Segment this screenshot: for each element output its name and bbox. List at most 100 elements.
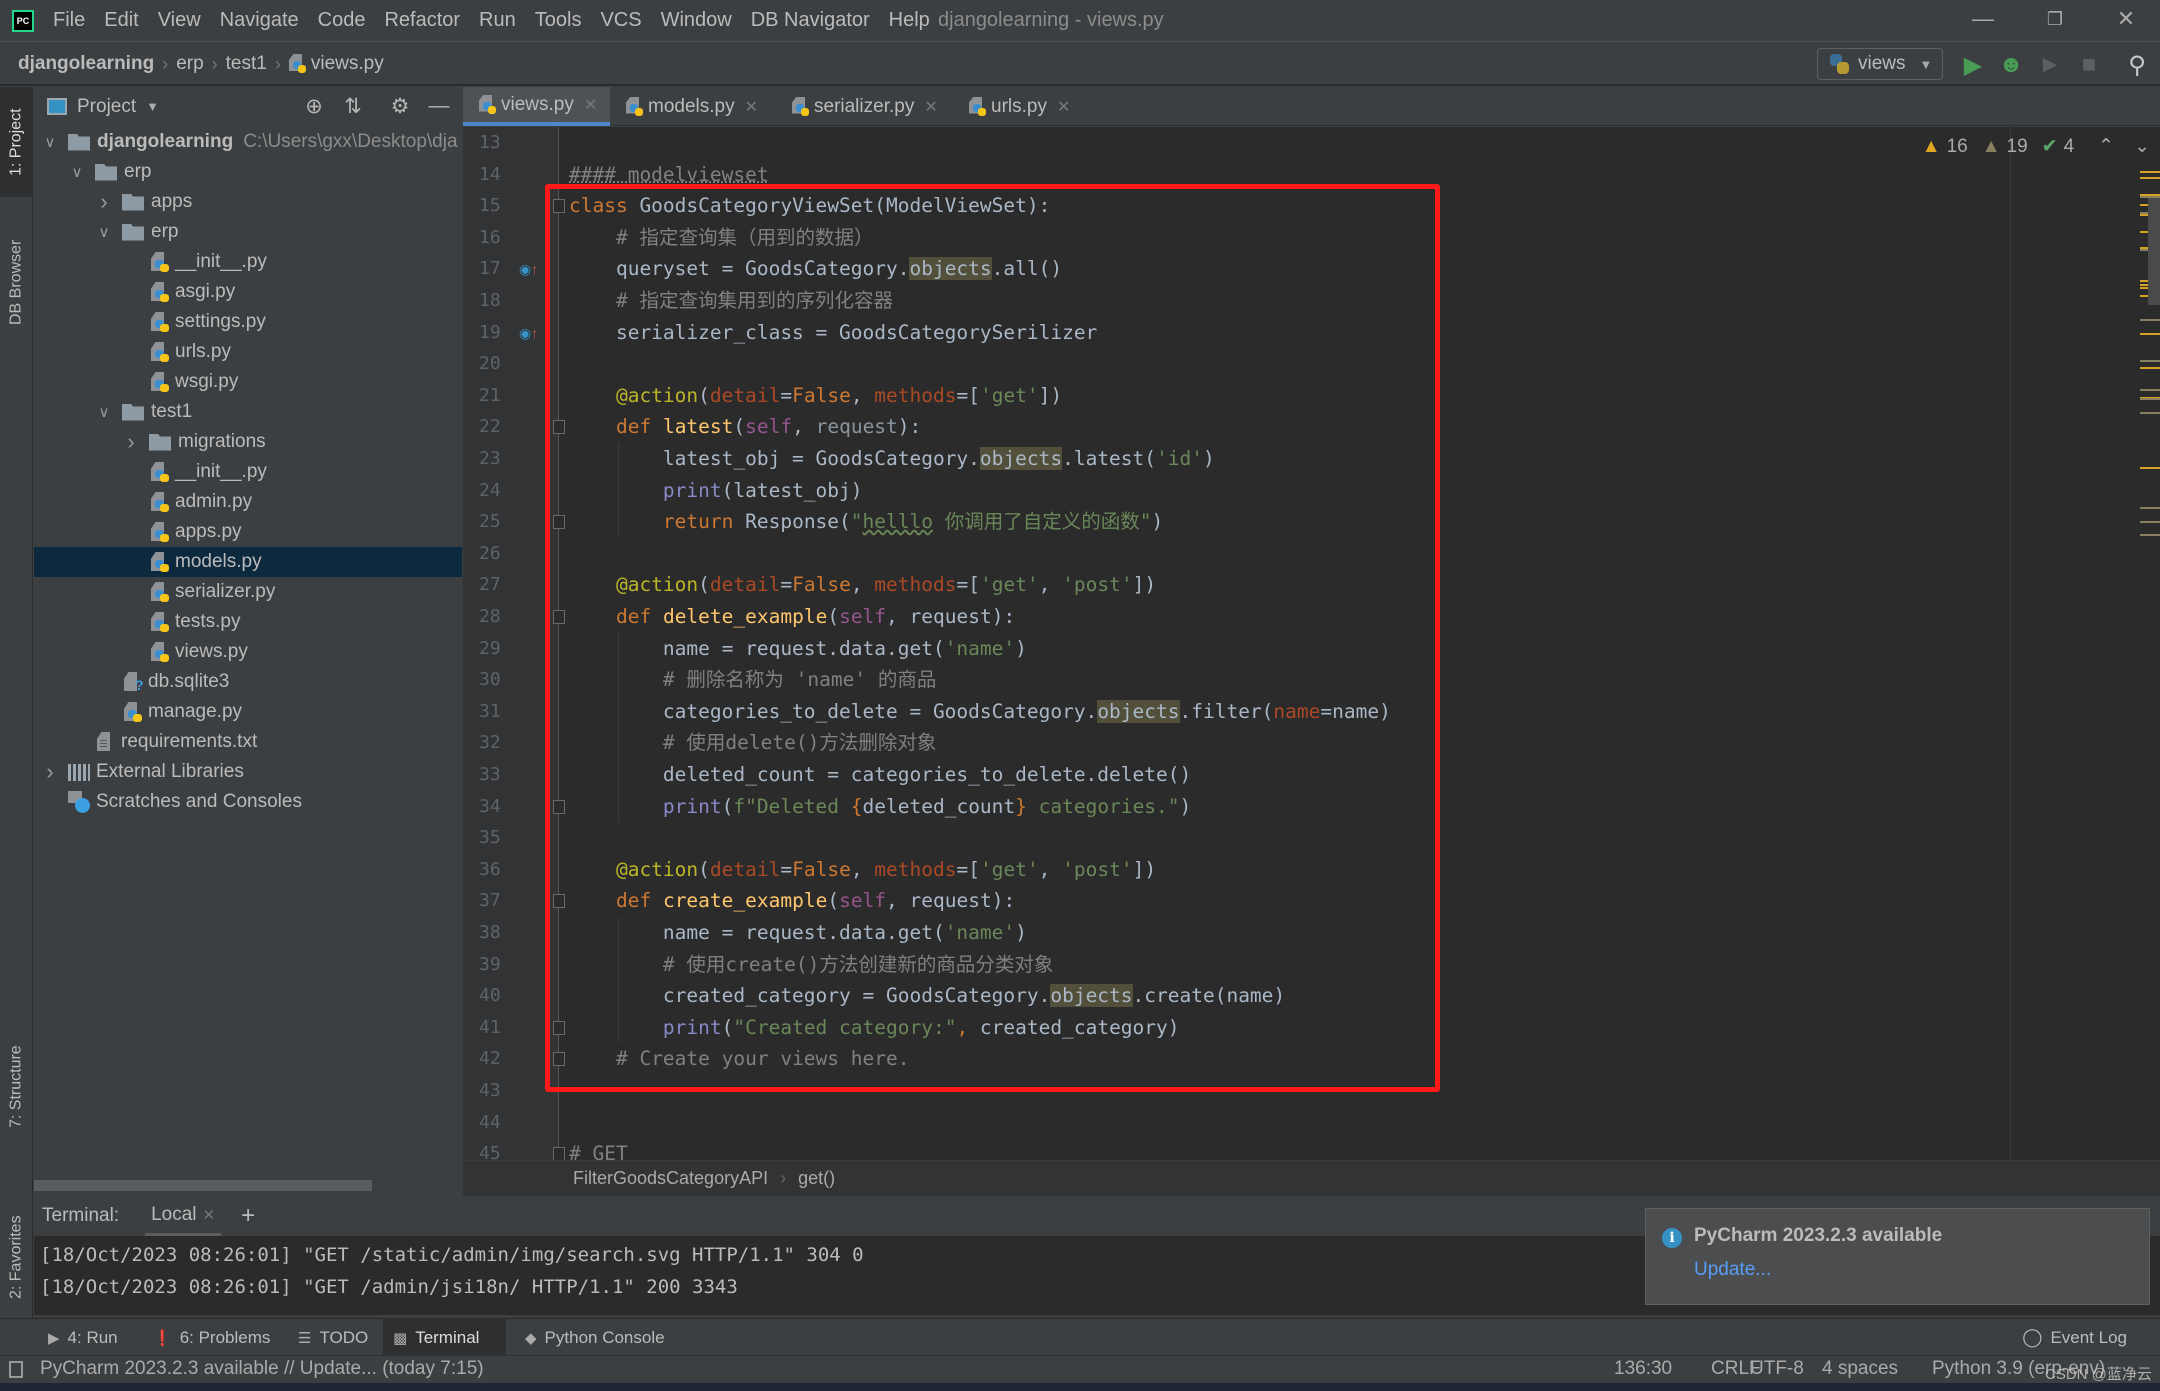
tool-tab-structure[interactable]: 7: Structure (0, 1022, 33, 1152)
project-view-select[interactable]: Project (77, 96, 136, 118)
line-number[interactable]: 43 (479, 1080, 519, 1101)
tool-tab-project[interactable]: 1: Project (0, 87, 33, 197)
tree-item[interactable]: tests.py (34, 607, 462, 637)
close-tab-icon[interactable]: ✕ (924, 97, 937, 117)
line-number[interactable]: 44 (479, 1112, 519, 1133)
line-number[interactable]: 29 (479, 638, 519, 659)
weak-warning-stripe-mark[interactable] (2140, 389, 2160, 391)
tree-item[interactable]: › External Libraries (34, 757, 462, 787)
line-number[interactable]: 28 (479, 606, 519, 627)
fold-marker-icon[interactable] (553, 1020, 565, 1035)
tree-item[interactable]: serializer.py (34, 577, 462, 607)
toggle-tool-windows-icon[interactable] (9, 1361, 23, 1378)
tree-item[interactable]: views.py (34, 637, 462, 667)
tab-urls-py[interactable]: urls.py ✕ (953, 87, 1070, 126)
tab-models-py[interactable]: models.py ✕ (610, 87, 758, 126)
fold-marker-icon[interactable] (553, 894, 565, 909)
hide-panel-icon[interactable]: — (426, 94, 452, 118)
line-number[interactable]: 13 (479, 132, 519, 153)
tab-serializer-py[interactable]: serializer.py ✕ (776, 87, 938, 126)
weak-warning-stripe-mark[interactable] (2140, 534, 2160, 536)
tool-tab-run[interactable]: ▶ 4: Run (38, 1319, 128, 1356)
stop-icon[interactable]: ■ (2074, 51, 2104, 79)
line-number[interactable]: 32 (479, 732, 519, 753)
line-number[interactable]: 30 (479, 669, 519, 690)
line-number[interactable]: 26 (479, 543, 519, 564)
chevron-right-icon[interactable]: › (96, 189, 112, 215)
line-number[interactable]: 39 (479, 954, 519, 975)
tree-item[interactable]: › apps (34, 187, 462, 217)
line-number[interactable]: 20 (479, 353, 519, 374)
menu-tools[interactable]: Tools (535, 9, 582, 32)
line-number[interactable]: 41 (479, 1017, 519, 1038)
close-tab-icon[interactable]: ✕ (1057, 97, 1070, 117)
close-tab-icon[interactable]: ✕ (745, 97, 758, 117)
weak-warning-stripe-mark[interactable] (2140, 412, 2160, 414)
weak-warning-stripe-mark[interactable] (2140, 360, 2160, 362)
debug-icon[interactable]: ☻ (1996, 51, 2026, 79)
line-number[interactable]: 27 (479, 574, 519, 595)
tool-tab-python-console[interactable]: ◆ Python Console (515, 1319, 675, 1356)
previous-highlight-icon[interactable]: ⌃ (2098, 135, 2114, 158)
menu-window[interactable]: Window (661, 9, 732, 32)
chevron-down-icon[interactable]: ∨ (69, 163, 85, 181)
collapse-all-icon[interactable]: ⇅ (340, 94, 366, 119)
line-number[interactable]: 37 (479, 890, 519, 911)
event-log-button[interactable]: ◯ Event Log (2022, 1319, 2127, 1356)
line-number[interactable]: 34 (479, 796, 519, 817)
tool-tab-favorites[interactable]: 2: Favorites (0, 1187, 33, 1327)
menu-edit[interactable]: Edit (104, 9, 138, 32)
chevron-down-icon[interactable]: ∨ (96, 403, 112, 421)
close-tab-icon[interactable]: ✕ (584, 95, 597, 115)
locate-file-icon[interactable]: ⊕ (301, 94, 327, 119)
weak-warning-stripe-mark[interactable] (2140, 507, 2160, 509)
restore-button[interactable]: ❐ (2035, 9, 2075, 30)
chevron-right-icon[interactable]: › (123, 429, 139, 455)
line-number[interactable]: 17 (479, 258, 519, 279)
next-highlight-icon[interactable]: ⌄ (2134, 135, 2150, 158)
terminal-tab-local[interactable]: Local ✕ (145, 1196, 222, 1236)
warning-stripe-mark[interactable] (2140, 177, 2160, 179)
line-number[interactable]: 38 (479, 922, 519, 943)
tree-item[interactable]: __init__.py (34, 247, 462, 277)
tool-tab-terminal[interactable]: ▩ Terminal (383, 1319, 506, 1356)
line-number[interactable]: 18 (479, 290, 519, 311)
tree-item[interactable]: ? db.sqlite3 (34, 667, 462, 697)
fold-marker-icon[interactable] (553, 420, 565, 435)
line-number[interactable]: 31 (479, 701, 519, 722)
weak-warning-stripe-mark[interactable] (2140, 521, 2160, 523)
line-number[interactable]: 42 (479, 1048, 519, 1069)
breadcrumb-class[interactable]: FilterGoodsCategoryAPI (573, 1168, 768, 1189)
menu-help[interactable]: Help (889, 9, 930, 32)
gear-icon[interactable]: ⚙ (387, 94, 413, 119)
status-message[interactable]: PyCharm 2023.2.3 available // Update... … (40, 1358, 484, 1380)
editor-gutter[interactable]: 13 14 15 16 17 ◉↑ 18 19 ◉↑ 20 21 22 23 24 25 26 27 28 29 30… (463, 127, 558, 1160)
tree-item[interactable]: wsgi.py (34, 367, 462, 397)
breadcrumb-test1[interactable]: test1 (226, 53, 267, 75)
tool-tab-problems[interactable]: ❗ 6: Problems (143, 1319, 280, 1356)
tree-item[interactable]: ∨ djangolearning C:\Users\gxx\Desktop\dja (34, 127, 462, 157)
update-link[interactable]: Update... (1694, 1259, 1771, 1281)
line-number[interactable]: 40 (479, 985, 519, 1006)
indent-setting[interactable]: 4 spaces (1822, 1358, 1898, 1380)
warning-stripe-mark[interactable] (2140, 333, 2160, 335)
menu-view[interactable]: View (158, 9, 201, 32)
tree-item[interactable]: asgi.py (34, 277, 462, 307)
overrides-icon[interactable]: ◉↑ (519, 325, 538, 342)
menu-navigate[interactable]: Navigate (220, 9, 299, 32)
horizontal-scrollbar[interactable] (34, 1180, 372, 1191)
menu-run[interactable]: Run (479, 9, 516, 32)
search-everywhere-icon[interactable]: ⚲ (2122, 51, 2152, 80)
chevron-down-icon[interactable]: ▼ (146, 99, 159, 114)
weak-warning-stripe-mark[interactable] (2140, 319, 2160, 321)
breadcrumb-file[interactable]: views.py (311, 53, 384, 75)
fold-marker-icon[interactable] (553, 1052, 565, 1067)
line-number[interactable]: 24 (479, 480, 519, 501)
tree-item[interactable]: apps.py (34, 517, 462, 547)
caret-position[interactable]: 136:30 (1614, 1358, 1672, 1380)
menu-file[interactable]: File (53, 9, 85, 32)
fold-marker-icon[interactable] (553, 799, 565, 814)
menu-code[interactable]: Code (318, 9, 366, 32)
fold-marker-icon[interactable] (553, 199, 565, 214)
tree-item[interactable]: admin.py (34, 487, 462, 517)
